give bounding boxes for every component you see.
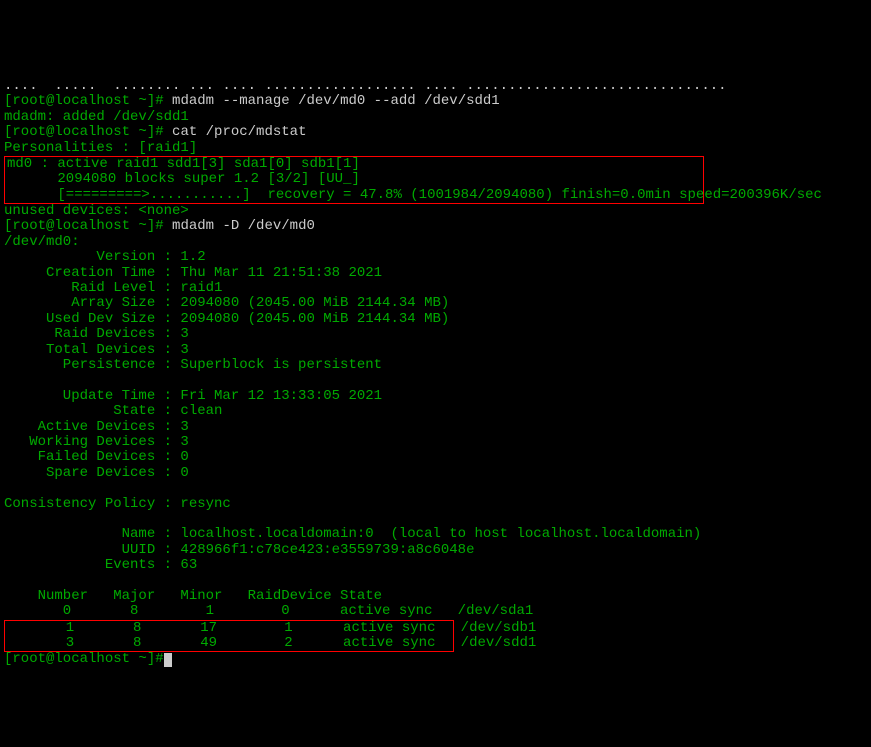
table-row-2: 3 8 49 2 active sync /dev/sdd1 xyxy=(7,635,536,651)
raid-devices-line: Raid Devices : 3 xyxy=(4,326,189,342)
creation-time-line: Creation Time : Thu Mar 11 21:51:38 2021 xyxy=(4,265,382,281)
array-size-line: Array Size : 2094080 (2045.00 MiB 2144.3… xyxy=(4,295,449,311)
name-line: Name : localhost.localdomain:0 (local to… xyxy=(4,526,701,542)
spare-devices-line: Spare Devices : 0 xyxy=(4,465,189,481)
top-line: .... ..... ........ ... .... ...........… xyxy=(4,78,727,94)
command-1: mdadm --manage /dev/md0 --add /dev/sdd1 xyxy=(164,93,500,109)
raid-level-line: Raid Level : raid1 xyxy=(4,280,222,296)
mdstat-line1: md0 : active raid1 sdd1[3] sda1[0] sdb1[… xyxy=(7,156,360,172)
command-2: cat /proc/mdstat xyxy=(164,124,307,140)
table-header: Number Major Minor RaidDevice State xyxy=(4,588,382,604)
mdstat-line3: [=========>...........] recovery = 47.8%… xyxy=(7,187,822,203)
active-devices-line: Active Devices : 3 xyxy=(4,419,189,435)
mdadm-added-msg: mdadm: added /dev/sdd1 xyxy=(4,109,189,125)
command-3: mdadm -D /dev/md0 xyxy=(164,218,315,234)
used-dev-size-line: Used Dev Size : 2094080 (2045.00 MiB 214… xyxy=(4,311,449,327)
uuid-line: UUID : 428966f1:c78ce423:e3559739:a8c604… xyxy=(4,542,474,558)
prompt-4: [root@localhost ~]# xyxy=(4,651,164,667)
device-highlight-box: 1 8 17 1 active sync /dev/sdb1 3 8 49 2 … xyxy=(4,620,454,653)
cursor xyxy=(164,653,172,667)
table-row-0: 0 8 1 0 active sync /dev/sda1 xyxy=(4,603,533,619)
unused-devices-line: unused devices: <none> xyxy=(4,203,189,219)
failed-devices-line: Failed Devices : 0 xyxy=(4,449,189,465)
update-time-line: Update Time : Fri Mar 12 13:33:05 2021 xyxy=(4,388,382,404)
prompt-2: [root@localhost ~]# xyxy=(4,124,164,140)
working-devices-line: Working Devices : 3 xyxy=(4,434,189,450)
personalities-line: Personalities : [raid1] xyxy=(4,140,197,156)
prompt-1: [root@localhost ~]# xyxy=(4,93,164,109)
table-row-1: 1 8 17 1 active sync /dev/sdb1 xyxy=(7,620,536,636)
state-line: State : clean xyxy=(4,403,222,419)
mdstat-highlight-box: md0 : active raid1 sdd1[3] sda1[0] sdb1[… xyxy=(4,156,704,204)
prompt-3: [root@localhost ~]# xyxy=(4,218,164,234)
mdstat-line2: 2094080 blocks super 1.2 [3/2] [UU_] xyxy=(7,171,360,187)
total-devices-line: Total Devices : 3 xyxy=(4,342,189,358)
dev-md0-header: /dev/md0: xyxy=(4,234,80,250)
persistence-line: Persistence : Superblock is persistent xyxy=(4,357,382,373)
version-line: Version : 1.2 xyxy=(4,249,206,265)
consistency-policy-line: Consistency Policy : resync xyxy=(4,496,231,512)
events-line: Events : 63 xyxy=(4,557,197,573)
